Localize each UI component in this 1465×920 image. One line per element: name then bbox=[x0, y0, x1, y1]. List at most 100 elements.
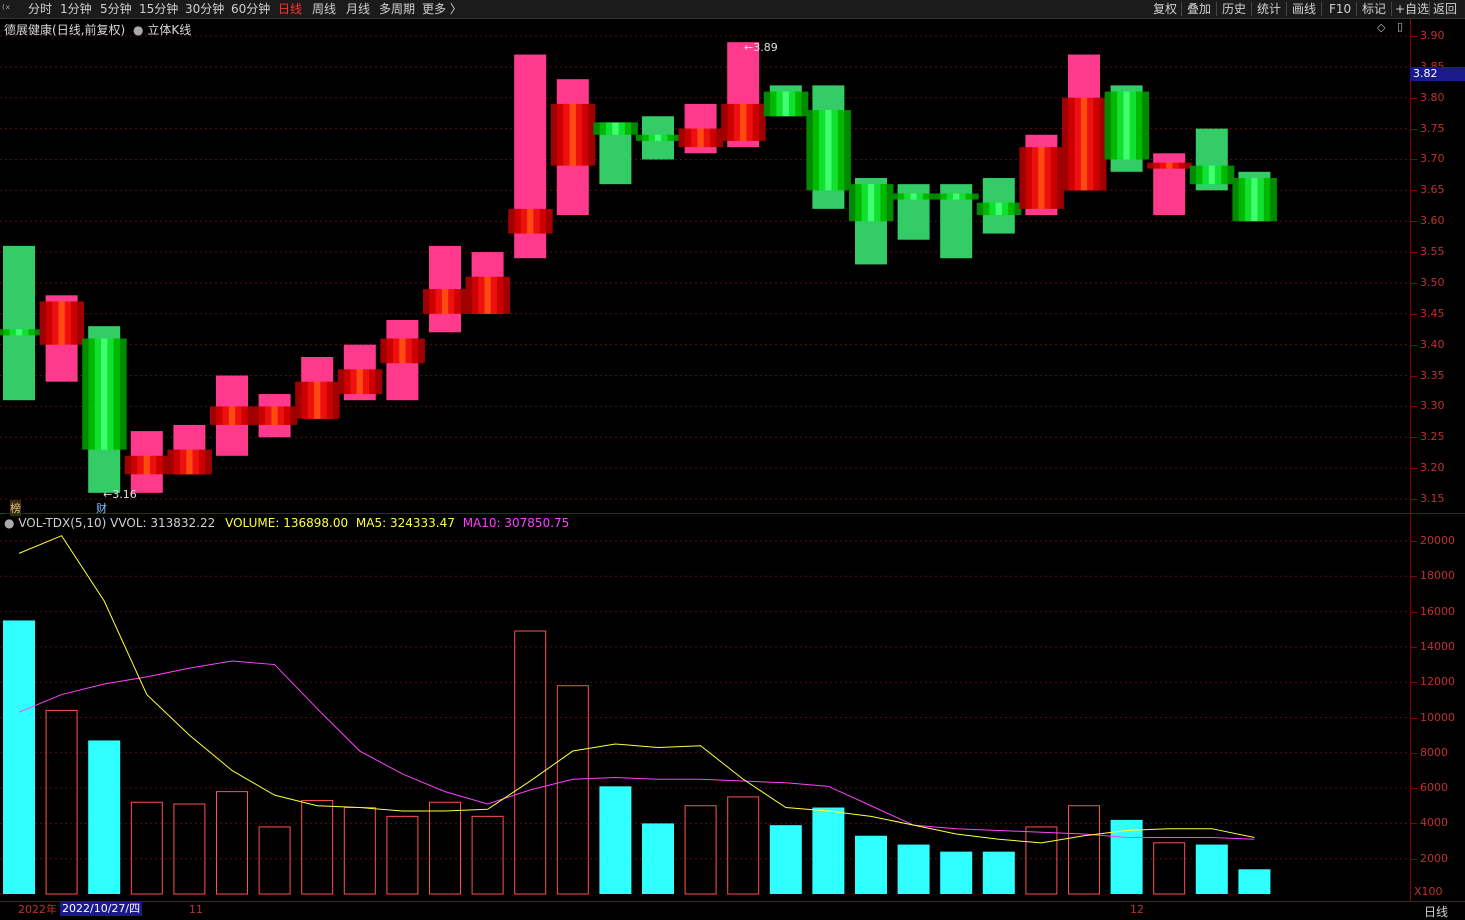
volume-bar bbox=[1068, 805, 1100, 895]
candle-body bbox=[1189, 165, 1197, 185]
volume-bar bbox=[130, 801, 163, 895]
tab-more[interactable]: 更多 〉 bbox=[422, 1, 462, 17]
overlay-button[interactable]: 叠加 bbox=[1187, 1, 1211, 17]
candle-body bbox=[490, 276, 498, 314]
candle-body bbox=[1257, 177, 1265, 222]
candle-body bbox=[64, 301, 72, 345]
candle-body bbox=[550, 103, 558, 166]
candle-body bbox=[15, 329, 23, 336]
candle-body bbox=[910, 193, 918, 200]
candle-body bbox=[582, 103, 590, 166]
indicator-menu-icon[interactable]: ● bbox=[4, 516, 14, 530]
finance-badge[interactable]: 财 bbox=[96, 500, 107, 516]
volume-bar bbox=[301, 799, 334, 895]
price-tick-label: 3.20 bbox=[1420, 461, 1445, 475]
volume-bar bbox=[556, 685, 589, 895]
candle-body bbox=[314, 381, 321, 419]
volume-bar bbox=[727, 796, 760, 895]
candle-body bbox=[71, 301, 78, 345]
candle-wick bbox=[897, 184, 930, 240]
draw-line-button[interactable]: 画线 bbox=[1292, 1, 1316, 17]
history-button[interactable]: 历史 bbox=[1222, 1, 1246, 17]
tab-60min[interactable]: 60分钟 bbox=[231, 1, 270, 17]
candle-body bbox=[1104, 91, 1112, 160]
price-tick-mark bbox=[1411, 221, 1417, 223]
candle-body bbox=[776, 91, 784, 117]
candle-body bbox=[9, 329, 17, 336]
candle-body bbox=[697, 128, 705, 148]
period-indicator[interactable]: 日线 bbox=[1424, 903, 1448, 920]
candle-body bbox=[1123, 91, 1131, 160]
candle-body bbox=[471, 276, 479, 314]
volume-tick-mark bbox=[1411, 611, 1417, 613]
candle-body bbox=[953, 193, 960, 200]
add-watchlist-button[interactable]: +自选 bbox=[1395, 1, 1429, 17]
candle-body bbox=[1068, 97, 1076, 191]
price-tick-mark bbox=[1411, 282, 1417, 284]
candle-body bbox=[179, 449, 187, 475]
candle-body bbox=[593, 122, 601, 135]
candle-body bbox=[375, 369, 383, 395]
tab-1min[interactable]: 1分钟 bbox=[60, 1, 92, 17]
candle-body bbox=[514, 208, 522, 234]
candle-body bbox=[575, 103, 583, 166]
candle-body bbox=[904, 193, 911, 200]
candle-body bbox=[691, 128, 698, 148]
candle-body bbox=[770, 91, 777, 117]
volume-bar bbox=[1025, 826, 1058, 895]
price-tick-label: 3.70 bbox=[1420, 152, 1445, 166]
tab-multi-period[interactable]: 多周期 bbox=[379, 1, 415, 17]
volume-bar bbox=[599, 786, 632, 894]
candle-body bbox=[1202, 165, 1210, 185]
candle-body bbox=[52, 301, 59, 345]
candle-body bbox=[746, 103, 754, 141]
candle-body bbox=[508, 208, 515, 234]
volume-bar bbox=[45, 709, 78, 895]
low-price-annotation: ←3.16 bbox=[103, 488, 137, 501]
rank-badge[interactable]: 榜 bbox=[10, 500, 21, 516]
tab-5min[interactable]: 5分钟 bbox=[100, 1, 132, 17]
volume-bar bbox=[1110, 819, 1143, 894]
mark-button[interactable]: 标记 bbox=[1362, 1, 1386, 17]
tab-30min[interactable]: 30分钟 bbox=[185, 1, 224, 17]
tab-weekly[interactable]: 周线 bbox=[312, 1, 336, 17]
candle-body bbox=[124, 455, 132, 475]
volume-tick-mark bbox=[1411, 752, 1417, 754]
candle-body bbox=[131, 455, 138, 475]
tab-daily[interactable]: 日线 bbox=[278, 1, 302, 17]
candle-body bbox=[1232, 177, 1240, 222]
candle-body bbox=[405, 338, 413, 364]
tab-15min[interactable]: 15分钟 bbox=[139, 1, 178, 17]
candle-body bbox=[1117, 91, 1124, 160]
candle-body bbox=[301, 381, 309, 419]
candle-body bbox=[448, 289, 455, 314]
candle-body bbox=[631, 122, 638, 135]
price-tick-label: 3.90 bbox=[1420, 29, 1445, 42]
volume-tick-mark bbox=[1411, 541, 1417, 542]
candle-body bbox=[484, 276, 492, 314]
ma5-line bbox=[18, 535, 1255, 844]
candle-body bbox=[959, 193, 967, 200]
tab-intraday[interactable]: 分时 bbox=[28, 1, 52, 17]
volume-bar bbox=[642, 823, 674, 894]
tab-monthly[interactable]: 月线 bbox=[346, 1, 370, 17]
candle-body bbox=[107, 338, 115, 450]
candle-body bbox=[636, 134, 643, 141]
candle-body bbox=[763, 91, 771, 117]
collapse-icon[interactable]: ⁽ˣ bbox=[2, 1, 10, 17]
cursor-date-label: 2022/10/27/四 bbox=[60, 902, 143, 916]
volume-tick-label: 8000 bbox=[1420, 745, 1448, 759]
adjust-button[interactable]: 复权 bbox=[1153, 1, 1177, 17]
indicator-volume: VOLUME: 136898.00 bbox=[225, 516, 349, 530]
statistics-button[interactable]: 统计 bbox=[1257, 1, 1281, 17]
candle-body bbox=[465, 276, 473, 314]
f10-button[interactable]: F10 bbox=[1329, 1, 1351, 17]
volume-bar bbox=[897, 844, 930, 894]
candle-body bbox=[1208, 165, 1216, 185]
candle-body bbox=[916, 193, 924, 200]
candle-body bbox=[612, 122, 620, 135]
back-button[interactable]: 返回 bbox=[1433, 1, 1457, 17]
indicator-name[interactable]: VOL-TDX(5,10) bbox=[18, 516, 106, 530]
pane-divider[interactable] bbox=[0, 513, 1465, 514]
chart-canvas[interactable] bbox=[0, 19, 1410, 901]
